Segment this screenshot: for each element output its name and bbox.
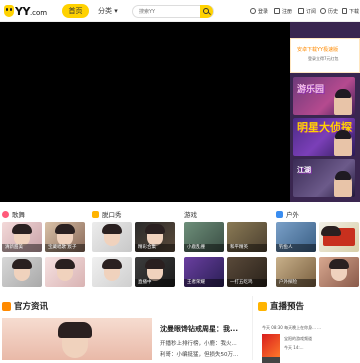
thumb-caption: 户外探险 [276, 279, 316, 287]
subscribe-link[interactable]: 订阅 [298, 6, 316, 16]
host-avatar [329, 259, 349, 281]
host-avatar [145, 224, 165, 246]
stream-thumb[interactable]: 直播中 [135, 257, 175, 287]
thumb-caption: 小鹿乱撞 [184, 244, 224, 252]
live-card-label: 游乐园 [297, 85, 325, 95]
poster-image [321, 226, 355, 246]
schedule-channel[interactable]: 宝阳的游戏频道 [284, 336, 312, 342]
stream-thumb[interactable] [45, 257, 85, 287]
register-icon [274, 8, 280, 14]
login-link[interactable]: 登录 [250, 6, 268, 16]
stream-thumb[interactable]: 一打五吃鸡 [227, 257, 267, 287]
host-avatar [12, 224, 32, 246]
news-item[interactable]: 开播秒上排行榜，小鹿：我火... [160, 339, 237, 347]
register-link[interactable]: 注册 [274, 6, 292, 16]
section-title-talkshow[interactable]: 脱口秀 [92, 209, 122, 219]
host-avatar [334, 171, 352, 197]
schedule-item[interactable]: 今天 14:... [284, 345, 304, 351]
stream-thumb[interactable]: 精彩合集 [135, 222, 175, 252]
stream-thumb[interactable] [319, 222, 359, 252]
app-download-card[interactable]: 安卓下载YY极速版 登录立得7元红包 [290, 38, 360, 73]
stream-thumb[interactable] [92, 222, 132, 252]
download-icon [342, 8, 347, 14]
section-title-dance[interactable]: 歌舞 [2, 209, 25, 219]
nav-category-dropdown[interactable]: 分类 ▾ [98, 4, 118, 18]
stream-thumb[interactable]: 清新甜美 [2, 222, 42, 252]
top-header: YY.com 首页 分类 ▾ 登录 注册 订阅 历史 下载 [0, 0, 360, 22]
yy-logo[interactable]: YY.com [4, 3, 47, 19]
host-avatar [102, 259, 122, 281]
thumb-caption: 清新甜美 [2, 244, 42, 252]
host-avatar [145, 259, 165, 281]
subscribe-icon [298, 8, 304, 14]
live-card[interactable]: 江湖 [293, 159, 355, 197]
yy-mascot-icon [4, 5, 14, 17]
thumb-caption: 王者荣耀 [184, 279, 224, 287]
history-link[interactable]: 历史 [320, 6, 338, 16]
section-title-schedule[interactable]: 直播预告 [258, 300, 304, 312]
stream-thumb[interactable] [2, 257, 42, 287]
thumb-caption: 一打五吃鸡 [227, 279, 267, 287]
live-card[interactable]: 游乐园 [293, 77, 355, 115]
schedule-thumb[interactable] [262, 357, 280, 363]
thumb-caption: 和平精英 [227, 244, 267, 252]
download-title: 安卓下载YY极速版 [297, 47, 339, 53]
clock-icon [320, 8, 326, 14]
stream-thumb[interactable]: 王者荣耀 [184, 257, 224, 287]
host-avatar [58, 322, 92, 358]
mic-icon [92, 210, 99, 218]
stream-thumb[interactable]: 户外探险 [276, 257, 316, 287]
search-input[interactable] [139, 6, 194, 17]
user-icon [250, 8, 256, 14]
host-avatar [55, 259, 75, 281]
thumb-caption: 钓鱼人 [276, 244, 316, 252]
download-subtitle: 登录立得7元红包 [308, 56, 339, 61]
search-icon[interactable] [200, 5, 213, 18]
news-cover-image[interactable] [2, 318, 152, 360]
recommend-side-panel: 安卓下载YY极速版 登录立得7元红包 游乐园 明星大侦探 江湖 [290, 22, 360, 202]
stream-thumb[interactable] [319, 257, 359, 287]
stream-thumb[interactable]: 小鹿乱撞 [184, 222, 224, 252]
thumb-caption: 宝藏唱歌 宸子 [45, 244, 85, 252]
stream-thumb[interactable]: 和平精英 [227, 222, 267, 252]
host-avatar [334, 130, 352, 156]
live-card[interactable]: 明星大侦探 [293, 118, 355, 156]
section-title-outdoor[interactable]: 户外 [276, 209, 299, 219]
logo-text: YY.com [15, 4, 48, 18]
calendar-icon [258, 301, 267, 311]
nav-home-tab[interactable]: 首页 [62, 4, 89, 18]
heart-icon [2, 210, 9, 218]
host-avatar [55, 224, 75, 246]
section-title-news[interactable]: 官方资讯 [2, 300, 48, 312]
schedule-thumb[interactable] [262, 334, 280, 358]
stream-thumb[interactable]: 钓鱼人 [276, 222, 316, 252]
section-title-game[interactable]: 游戏 [184, 209, 197, 219]
thumb-caption: 精彩合集 [135, 244, 175, 252]
search-box [132, 5, 214, 18]
stream-thumb[interactable] [92, 257, 132, 287]
thumb-caption: 直播中 [135, 279, 175, 287]
host-avatar [12, 259, 32, 281]
stream-thumb[interactable]: 宝藏唱歌 宸子 [45, 222, 85, 252]
video-player[interactable] [0, 22, 290, 202]
schedule-item[interactable]: 今天 08:30 每天晚上在你身... ... [262, 325, 321, 331]
news-icon [2, 301, 11, 311]
news-item[interactable]: 利哥：小编挺猛，但损失50万... [160, 350, 238, 358]
news-headline[interactable]: 沈曼眼馋钻戒周星：我... [160, 324, 238, 334]
download-link[interactable]: 下载 [342, 6, 359, 16]
outdoor-icon [276, 210, 283, 218]
host-avatar [334, 89, 352, 115]
live-card-label: 江湖 [297, 166, 311, 174]
host-avatar [102, 224, 122, 246]
column-divider [252, 296, 253, 360]
